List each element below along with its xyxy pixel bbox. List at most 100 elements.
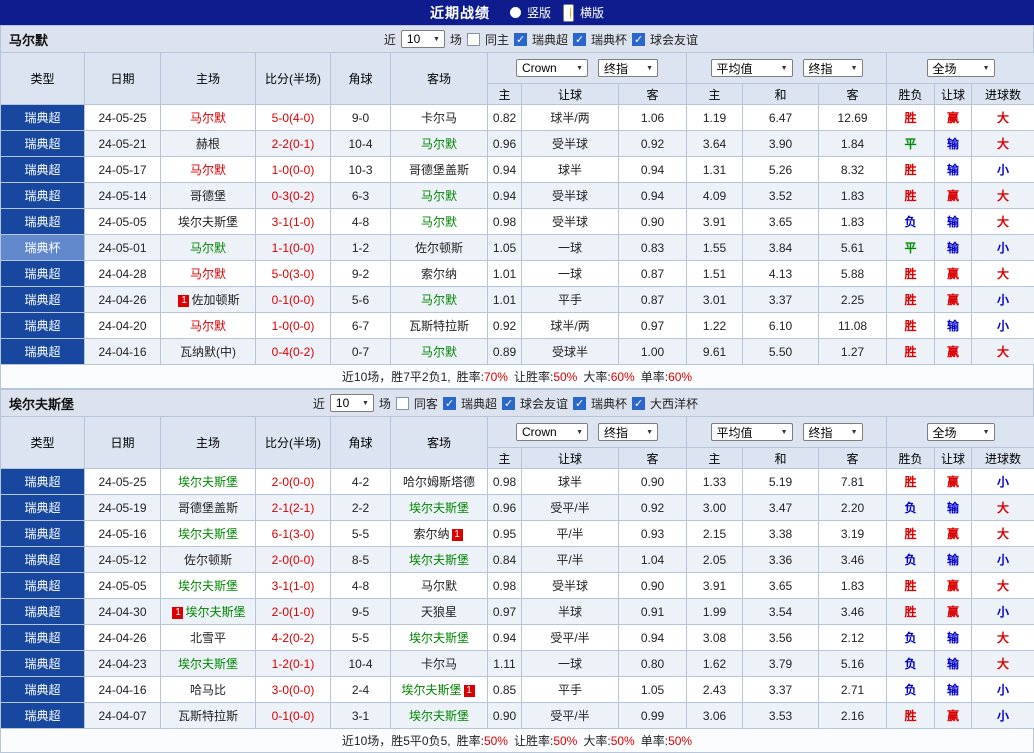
competition-checkbox[interactable] [514,33,527,46]
date-cell: 24-05-25 [85,105,161,131]
result-cell: 胜 [887,157,935,183]
competition-checkbox[interactable] [632,33,645,46]
corner-cell: 9-2 [331,261,391,287]
competition-checkbox[interactable] [573,397,586,410]
competition-checkbox-label[interactable]: 瑞典超 [532,31,568,48]
same-venue-label[interactable]: 同主 [485,31,509,48]
away-team: 马尔默 [421,579,457,593]
horizontal-layout-label[interactable]: 横版 [580,4,604,21]
result-cell: 负 [887,495,935,521]
asian-stage-select[interactable]: 终指 [598,59,658,77]
subcol-result-goals: 进球数 [972,448,1034,469]
date-cell: 24-05-05 [85,209,161,235]
goals-result-cell: 大 [972,573,1034,599]
page-title: 近期战绩 [430,3,490,23]
score-cell: 3-1(1-0) [256,573,331,599]
euro-draw-odds-cell: 3.90 [743,131,819,157]
euro-source-select[interactable]: 平均值 [711,423,793,441]
subcol-euro-home: 主 [687,448,743,469]
away-team-cell: 埃尔夫斯堡 [391,547,488,573]
recent-count-select[interactable]: 10 [330,394,374,412]
euro-away-odds-cell: 1.83 [819,183,887,209]
euro-away-odds-cell: 2.12 [819,625,887,651]
asian-stage-select[interactable]: 终指 [598,423,658,441]
summary-stat: 单率:60% [641,368,692,385]
period-select[interactable]: 全场 [927,423,995,441]
handicap-cell: 一球 [522,261,619,287]
competition-checkbox-label[interactable]: 球会友谊 [650,31,698,48]
away-team: 马尔默 [421,189,457,203]
same-venue-label[interactable]: 同客 [414,395,438,412]
competition-checkbox[interactable] [573,33,586,46]
result-cell: 负 [887,209,935,235]
asia-home-odds-cell: 0.90 [488,703,522,729]
euro-home-odds-cell: 3.91 [687,573,743,599]
recent-count-select[interactable]: 10 [401,30,445,48]
handicap-result-cell: 赢 [935,469,972,495]
euro-home-odds-cell: 1.55 [687,235,743,261]
match-row: 瑞典超24-04-07瓦斯特拉斯0-1(0-0)3-1埃尔夫斯堡0.90受平/半… [1,703,1034,729]
vertical-layout-label[interactable]: 竖版 [527,4,551,21]
euro-source-select[interactable]: 平均值 [711,59,793,77]
euro-home-odds-cell: 1.19 [687,105,743,131]
euro-home-odds-cell: 3.08 [687,625,743,651]
competition-checkbox-label[interactable]: 大西洋杯 [650,395,698,412]
home-team: 埃尔夫斯堡 [178,579,238,593]
col-home: 主场 [161,417,256,469]
section-header: 马尔默 近10场同主瑞典超瑞典杯球会友谊 [0,25,1034,52]
euro-stage-select[interactable]: 终指 [803,423,863,441]
subcol-result-handicap: 让球 [935,84,972,105]
asia-away-odds-cell: 0.92 [619,131,687,157]
competition-checkbox[interactable] [632,397,645,410]
home-team-cell: 马尔默 [161,105,256,131]
competition-checkbox-label[interactable]: 瑞典超 [461,395,497,412]
handicap-cell: 一球 [522,651,619,677]
handicap-result-cell: 赢 [935,183,972,209]
result-cell: 胜 [887,521,935,547]
date-cell: 24-05-21 [85,131,161,157]
corner-cell: 0-7 [331,339,391,365]
period-select[interactable]: 全场 [927,59,995,77]
euro-draw-odds-cell: 3.53 [743,703,819,729]
goals-result-cell: 大 [972,339,1034,365]
horizontal-layout-radio[interactable] [563,4,574,22]
competition-checkbox-label[interactable]: 瑞典杯 [591,395,627,412]
euro-stage-select[interactable]: 终指 [803,59,863,77]
home-team-cell: 1埃尔夫斯堡 [161,599,256,625]
bookmaker-select[interactable]: Crown [516,423,588,441]
match-row: 瑞典超24-05-05埃尔夫斯堡3-1(1-0)4-8马尔默0.98受半球0.9… [1,209,1034,235]
result-cell: 胜 [887,105,935,131]
euro-draw-odds-cell: 3.65 [743,209,819,235]
euro-away-odds-cell: 5.88 [819,261,887,287]
euro-away-odds-cell: 3.19 [819,521,887,547]
bookmaker-select[interactable]: Crown [516,59,588,77]
competition-checkbox[interactable] [443,397,456,410]
competition-checkbox[interactable] [502,397,515,410]
competition-checkbox-label[interactable]: 瑞典杯 [591,31,627,48]
asia-away-odds-cell: 0.92 [619,495,687,521]
score-cell: 1-1(0-0) [256,235,331,261]
vertical-layout-radio[interactable] [510,7,521,18]
summary-stat: 胜率:50% [457,732,508,749]
filter-bar: 近10场同主瑞典超瑞典杯球会友谊 [384,30,698,48]
handicap-cell: 平手 [522,677,619,703]
euro-home-odds-cell: 3.91 [687,209,743,235]
competition-type-cell: 瑞典超 [1,339,85,365]
summary-row: 近10场，胜5平0负5,胜率:50%让胜率:50%大率:50%单率:50% [0,729,1034,753]
euro-home-odds-cell: 2.15 [687,521,743,547]
same-venue-checkbox[interactable] [396,397,409,410]
period-select-value: 全场 [933,424,957,441]
same-venue-checkbox[interactable] [467,33,480,46]
competition-checkbox-label[interactable]: 球会友谊 [520,395,568,412]
date-cell: 24-04-20 [85,313,161,339]
match-row: 瑞典杯24-05-01马尔默1-1(0-0)1-2佐尔顿斯1.05一球0.831… [1,235,1034,261]
corner-cell: 10-4 [331,651,391,677]
red-card-badge: 1 [172,607,183,619]
col-date: 日期 [85,53,161,105]
competition-type-cell: 瑞典超 [1,183,85,209]
home-team-cell: 哈马比 [161,677,256,703]
bookmaker-select-value: Crown [522,61,557,75]
handicap-result-cell: 输 [935,677,972,703]
handicap-cell: 球半/两 [522,313,619,339]
euro-odds-group: 平均值 终指 [687,417,887,448]
